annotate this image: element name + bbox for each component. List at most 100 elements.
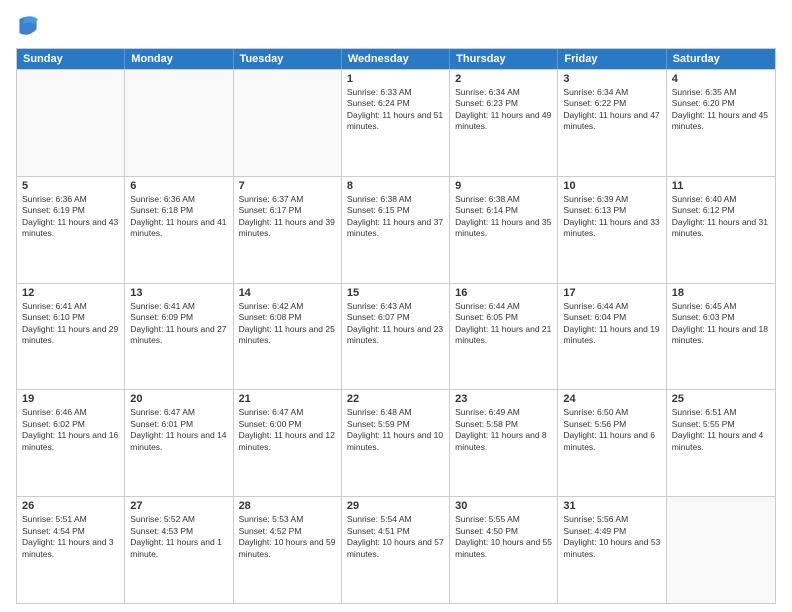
day-cell-25: 25Sunrise: 6:51 AMSunset: 5:55 PMDayligh… (667, 390, 775, 496)
day-info: Sunrise: 6:46 AMSunset: 6:02 PMDaylight:… (22, 407, 119, 453)
day-number: 21 (239, 393, 336, 405)
day-info: Sunrise: 6:42 AMSunset: 6:08 PMDaylight:… (239, 301, 336, 347)
day-cell-28: 28 Sunrise: 5:53 AMSunset: 4:52 PMDayligh… (234, 497, 342, 603)
day-info: Sunrise: 6:50 AMSunset: 5:56 PMDaylight:… (563, 407, 660, 453)
logo (16, 12, 44, 40)
page-header (16, 12, 776, 40)
day-number: 25 (672, 393, 770, 405)
day-info: Sunrise: 6:34 AMSunset: 6:23 PMDaylight:… (455, 87, 552, 133)
day-number: 17 (563, 287, 660, 299)
day-cell-23: 23 Sunrise: 6:49 AMSunset: 5:58 PMDayligh… (450, 390, 558, 496)
empty-cell (17, 70, 125, 176)
header-day-tuesday: Tuesday (234, 49, 342, 69)
day-info: Sunrise: 6:36 AMSunset: 6:19 PMDaylight:… (22, 194, 119, 240)
day-number: 11 (672, 180, 770, 192)
day-number: 6 (130, 180, 227, 192)
day-info: Sunrise: 6:36 AMSunset: 6:18 PMDaylight:… (130, 194, 227, 240)
day-cell-6: 6 Sunrise: 6:36 AMSunset: 6:18 PMDaylight… (125, 177, 233, 283)
calendar-body: 1 Sunrise: 6:33 AMSunset: 6:24 PMDaylight… (17, 69, 775, 603)
day-number: 29 (347, 500, 444, 512)
header-day-monday: Monday (125, 49, 233, 69)
day-number: 23 (455, 393, 552, 405)
day-cell-24: 24 Sunrise: 6:50 AMSunset: 5:56 PMDayligh… (558, 390, 666, 496)
day-number: 5 (22, 180, 119, 192)
calendar-row-4: 26 Sunrise: 5:51 AMSunset: 4:54 PMDayligh… (17, 496, 775, 603)
day-cell-26: 26 Sunrise: 5:51 AMSunset: 4:54 PMDayligh… (17, 497, 125, 603)
day-info: Sunrise: 6:45 AMSunset: 6:03 PMDaylight:… (672, 301, 770, 347)
day-number: 2 (455, 73, 552, 85)
day-number: 1 (347, 73, 444, 85)
day-info: Sunrise: 6:41 AMSunset: 6:09 PMDaylight:… (130, 301, 227, 347)
day-cell-16: 16 Sunrise: 6:44 AMSunset: 6:05 PMDayligh… (450, 284, 558, 390)
day-info: Sunrise: 6:33 AMSunset: 6:24 PMDaylight:… (347, 87, 444, 133)
day-number: 22 (347, 393, 444, 405)
day-cell-5: 5 Sunrise: 6:36 AMSunset: 6:19 PMDaylight… (17, 177, 125, 283)
calendar-header: SundayMondayTuesdayWednesdayThursdayFrid… (17, 49, 775, 69)
day-info: Sunrise: 5:55 AMSunset: 4:50 PMDaylight:… (455, 514, 552, 560)
day-number: 28 (239, 500, 336, 512)
day-info: Sunrise: 5:51 AMSunset: 4:54 PMDaylight:… (22, 514, 119, 560)
day-cell-15: 15Sunrise: 6:43 AMSunset: 6:07 PMDayligh… (342, 284, 450, 390)
day-number: 26 (22, 500, 119, 512)
day-info: Sunrise: 6:49 AMSunset: 5:58 PMDaylight:… (455, 407, 552, 453)
day-cell-10: 10Sunrise: 6:39 AMSunset: 6:13 PMDayligh… (558, 177, 666, 283)
day-number: 7 (239, 180, 336, 192)
day-cell-19: 19Sunrise: 6:46 AMSunset: 6:02 PMDayligh… (17, 390, 125, 496)
header-day-wednesday: Wednesday (342, 49, 450, 69)
day-info: Sunrise: 5:56 AMSunset: 4:49 PMDaylight:… (563, 514, 660, 560)
day-number: 27 (130, 500, 227, 512)
day-info: Sunrise: 5:53 AMSunset: 4:52 PMDaylight:… (239, 514, 336, 560)
day-number: 8 (347, 180, 444, 192)
day-cell-2: 2 Sunrise: 6:34 AMSunset: 6:23 PMDaylight… (450, 70, 558, 176)
day-info: Sunrise: 6:48 AMSunset: 5:59 PMDaylight:… (347, 407, 444, 453)
day-number: 4 (672, 73, 770, 85)
day-cell-21: 21Sunrise: 6:47 AMSunset: 6:00 PMDayligh… (234, 390, 342, 496)
day-cell-3: 3Sunrise: 6:34 AMSunset: 6:22 PMDaylight… (558, 70, 666, 176)
header-day-thursday: Thursday (450, 49, 558, 69)
day-cell-8: 8Sunrise: 6:38 AMSunset: 6:15 PMDaylight… (342, 177, 450, 283)
day-number: 20 (130, 393, 227, 405)
day-number: 16 (455, 287, 552, 299)
day-cell-22: 22 Sunrise: 6:48 AMSunset: 5:59 PMDayligh… (342, 390, 450, 496)
day-number: 14 (239, 287, 336, 299)
day-cell-12: 12 Sunrise: 6:41 AMSunset: 6:10 PMDayligh… (17, 284, 125, 390)
day-info: Sunrise: 6:41 AMSunset: 6:10 PMDaylight:… (22, 301, 119, 347)
day-cell-17: 17 Sunrise: 6:44 AMSunset: 6:04 PMDayligh… (558, 284, 666, 390)
day-number: 30 (455, 500, 552, 512)
calendar-row-0: 1 Sunrise: 6:33 AMSunset: 6:24 PMDaylight… (17, 69, 775, 176)
header-day-saturday: Saturday (667, 49, 775, 69)
empty-cell (234, 70, 342, 176)
day-cell-18: 18Sunrise: 6:45 AMSunset: 6:03 PMDayligh… (667, 284, 775, 390)
day-number: 13 (130, 287, 227, 299)
header-day-sunday: Sunday (17, 49, 125, 69)
day-info: Sunrise: 6:44 AMSunset: 6:05 PMDaylight:… (455, 301, 552, 347)
empty-cell (667, 497, 775, 603)
day-cell-30: 30 Sunrise: 5:55 AMSunset: 4:50 PMDayligh… (450, 497, 558, 603)
day-number: 12 (22, 287, 119, 299)
calendar-row-1: 5 Sunrise: 6:36 AMSunset: 6:19 PMDaylight… (17, 176, 775, 283)
day-number: 24 (563, 393, 660, 405)
header-day-friday: Friday (558, 49, 666, 69)
day-number: 10 (563, 180, 660, 192)
day-cell-20: 20 Sunrise: 6:47 AMSunset: 6:01 PMDayligh… (125, 390, 233, 496)
day-number: 9 (455, 180, 552, 192)
day-info: Sunrise: 6:47 AMSunset: 6:01 PMDaylight:… (130, 407, 227, 453)
day-cell-1: 1 Sunrise: 6:33 AMSunset: 6:24 PMDaylight… (342, 70, 450, 176)
empty-cell (125, 70, 233, 176)
day-cell-11: 11 Sunrise: 6:40 AMSunset: 6:12 PMDayligh… (667, 177, 775, 283)
day-cell-7: 7Sunrise: 6:37 AMSunset: 6:17 PMDaylight… (234, 177, 342, 283)
day-info: Sunrise: 6:43 AMSunset: 6:07 PMDaylight:… (347, 301, 444, 347)
day-info: Sunrise: 5:52 AMSunset: 4:53 PMDaylight:… (130, 514, 227, 560)
day-cell-31: 31Sunrise: 5:56 AMSunset: 4:49 PMDayligh… (558, 497, 666, 603)
day-cell-27: 27 Sunrise: 5:52 AMSunset: 4:53 PMDayligh… (125, 497, 233, 603)
calendar: SundayMondayTuesdayWednesdayThursdayFrid… (16, 48, 776, 604)
day-cell-13: 13 Sunrise: 6:41 AMSunset: 6:09 PMDayligh… (125, 284, 233, 390)
logo-icon (16, 12, 40, 40)
day-info: Sunrise: 6:35 AMSunset: 6:20 PMDaylight:… (672, 87, 770, 133)
day-info: Sunrise: 6:44 AMSunset: 6:04 PMDaylight:… (563, 301, 660, 347)
day-number: 3 (563, 73, 660, 85)
day-cell-4: 4 Sunrise: 6:35 AMSunset: 6:20 PMDaylight… (667, 70, 775, 176)
day-cell-29: 29Sunrise: 5:54 AMSunset: 4:51 PMDayligh… (342, 497, 450, 603)
calendar-row-3: 19Sunrise: 6:46 AMSunset: 6:02 PMDayligh… (17, 389, 775, 496)
day-info: Sunrise: 6:40 AMSunset: 6:12 PMDaylight:… (672, 194, 770, 240)
